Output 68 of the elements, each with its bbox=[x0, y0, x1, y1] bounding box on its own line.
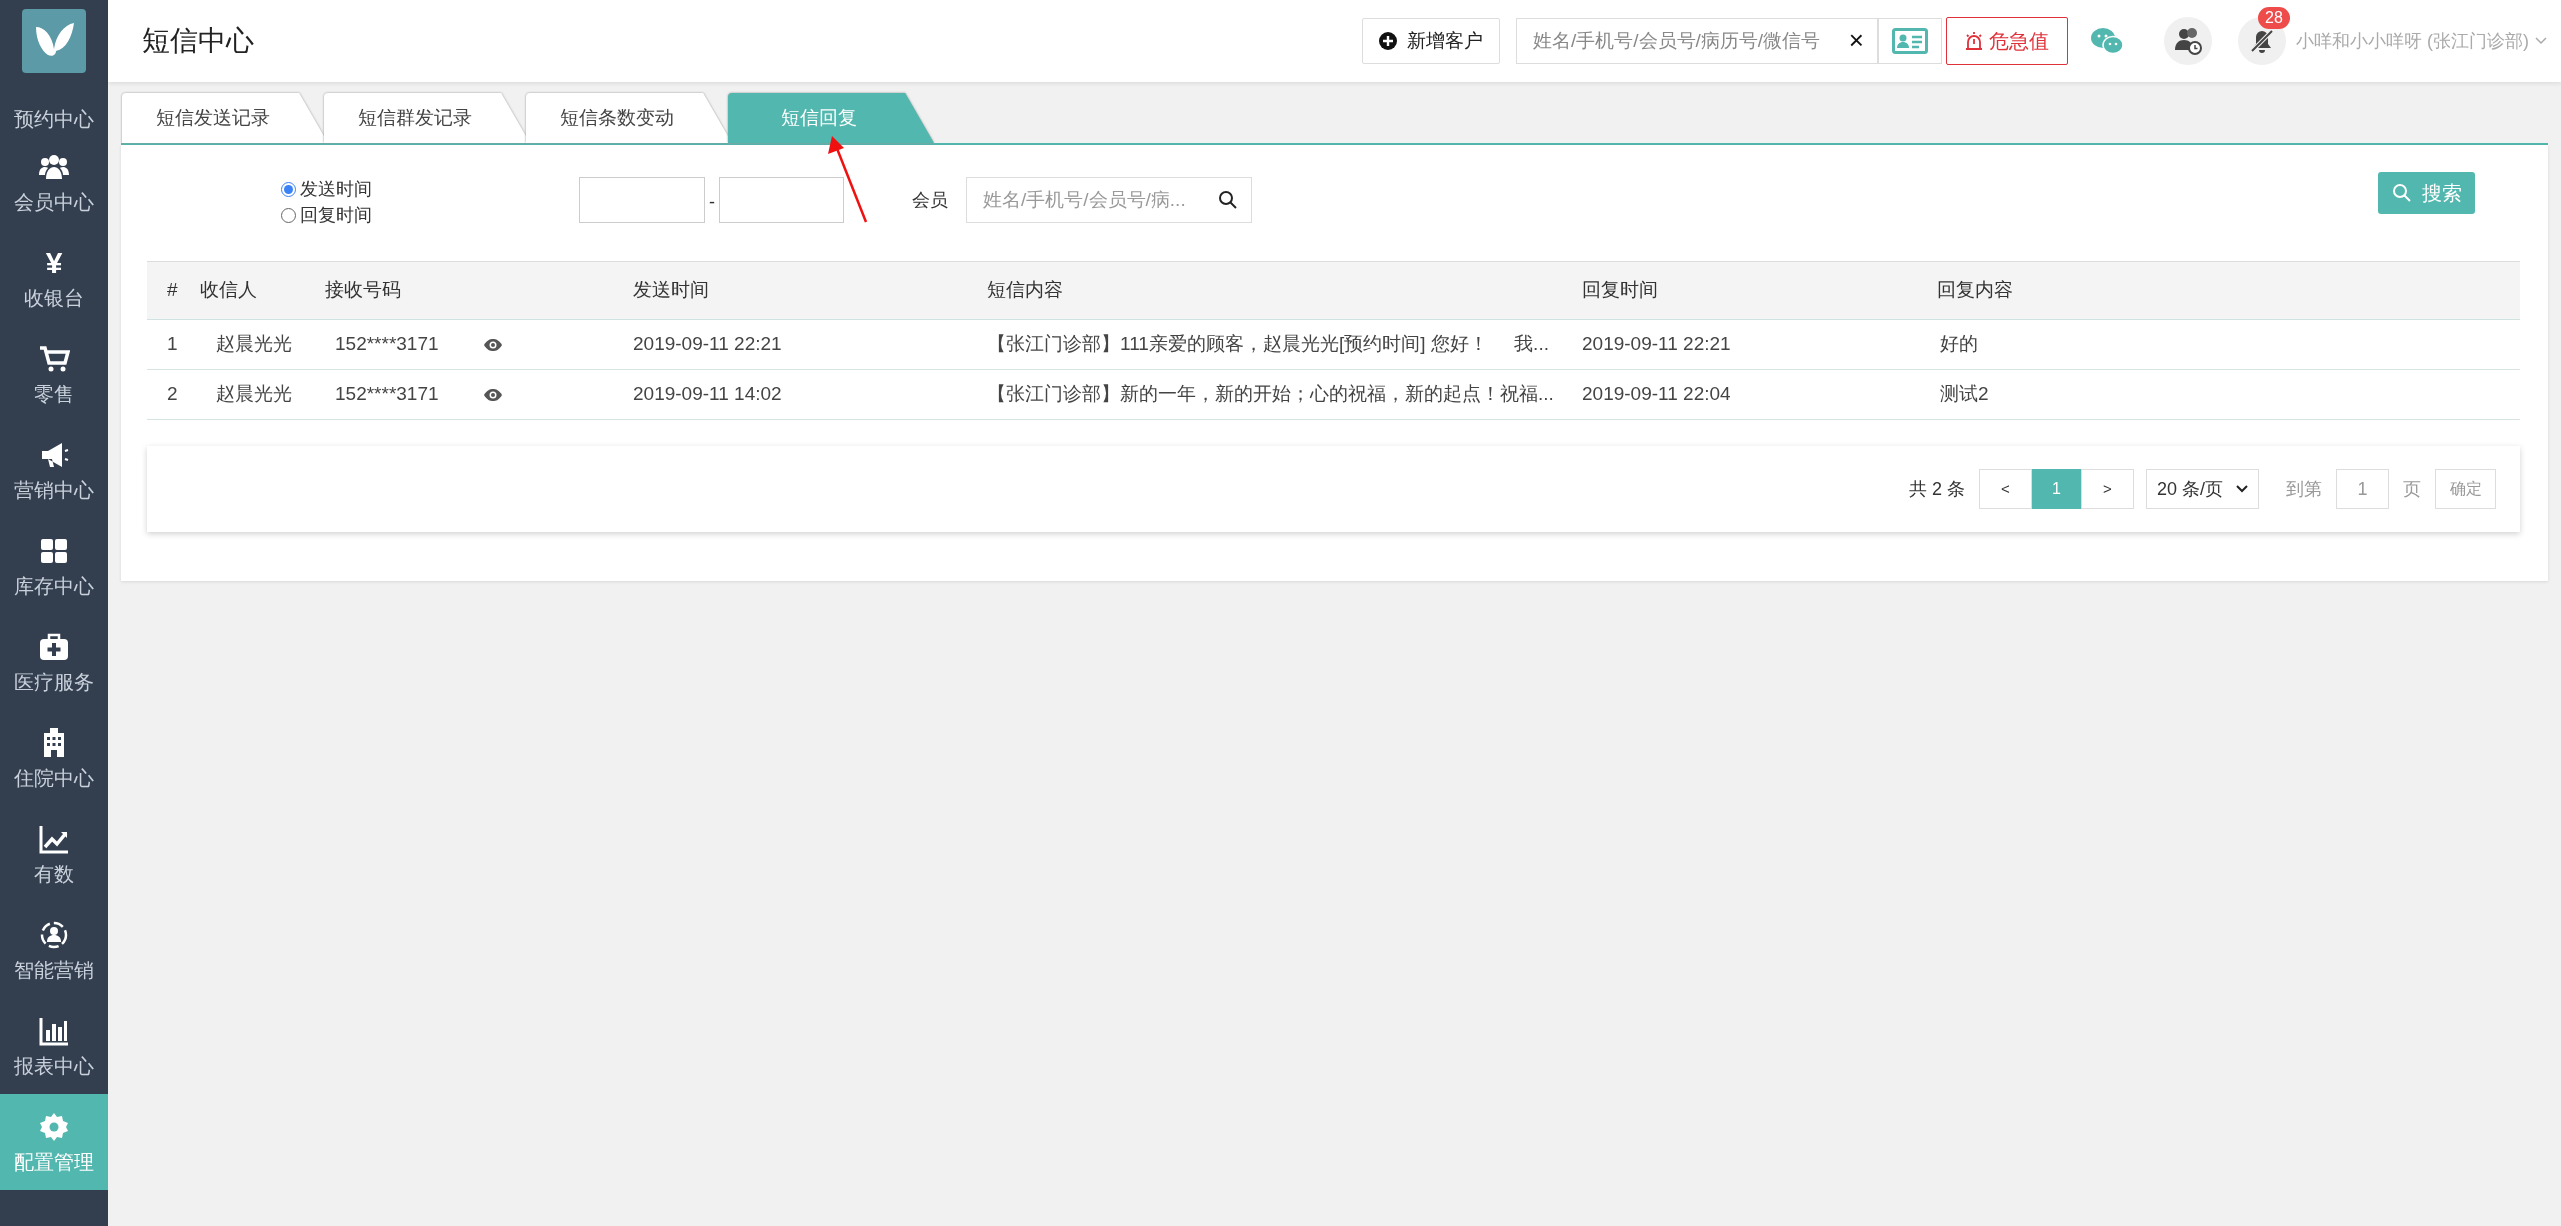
sidebar-item[interactable]: 住院中心 bbox=[0, 710, 108, 806]
page-size-select[interactable]: 20 条/页 bbox=[2146, 469, 2259, 509]
goto-label: 到第 bbox=[2286, 477, 2322, 501]
sidebar-item[interactable]: 医疗服务 bbox=[0, 614, 108, 710]
radio-label[interactable]: 回复时间 bbox=[300, 205, 372, 225]
sidebar-item[interactable]: 智能营销 bbox=[0, 902, 108, 998]
sidebar-item[interactable]: 库存中心 bbox=[0, 518, 108, 614]
page-title: 短信中心 bbox=[142, 24, 254, 58]
logo-icon bbox=[22, 9, 86, 73]
eye-icon[interactable] bbox=[483, 337, 503, 352]
chevron-down-icon bbox=[2535, 37, 2547, 45]
search-icon[interactable] bbox=[1218, 190, 1238, 210]
chevron-down-icon bbox=[2236, 485, 2248, 493]
total-count: 共 2 条 bbox=[1909, 477, 1965, 501]
column-header: 短信内容 bbox=[987, 279, 1063, 301]
page-unit-label: 页 bbox=[2403, 477, 2421, 501]
alarm-icon bbox=[1965, 31, 1983, 51]
table-cell: 【张江门诊部】111亲爱的顾客，赵晨光光[预约时间] 您好！ 我... bbox=[987, 333, 1549, 355]
line-chart-icon bbox=[38, 823, 70, 855]
notification-badge: 28 bbox=[2258, 7, 2290, 29]
table-cell-text: 赵晨光光 bbox=[215, 383, 292, 405]
eye-icon[interactable] bbox=[483, 387, 503, 402]
search-icon bbox=[2391, 183, 2412, 203]
radio-label[interactable]: 发送时间 bbox=[300, 179, 372, 199]
table-cell-text: 152****3171 bbox=[334, 332, 440, 357]
clear-icon[interactable]: × bbox=[1848, 27, 1864, 53]
table-cell: 2019-09-11 22:21 bbox=[1582, 333, 1731, 355]
add-customer-button[interactable]: 新增客户 bbox=[1362, 18, 1500, 64]
member-search-field[interactable]: 姓名/手机号/会员号/病... bbox=[966, 177, 1252, 223]
yen-icon: ¥ bbox=[45, 247, 63, 279]
start-date-field[interactable] bbox=[579, 177, 705, 223]
user-group-clock-icon[interactable] bbox=[2164, 17, 2212, 65]
column-header: 回复内容 bbox=[1937, 279, 2013, 301]
sidebar-item[interactable]: 零售 bbox=[0, 326, 108, 422]
end-date-field[interactable] bbox=[719, 177, 844, 223]
settings-icon bbox=[38, 1111, 70, 1143]
table-cell: 2019-09-11 14:02 bbox=[633, 383, 782, 405]
id-card-icon bbox=[1892, 28, 1928, 54]
column-header: 回复时间 bbox=[1582, 279, 1658, 301]
table-cell: 2 bbox=[167, 383, 178, 405]
date-separator: - bbox=[709, 191, 715, 214]
medical-kit-icon bbox=[38, 631, 70, 663]
table-cell-text: 152****3171 bbox=[334, 382, 440, 407]
table-cell: 1 bbox=[167, 333, 178, 355]
table-cell-text: 好的 bbox=[1939, 333, 1978, 355]
sidebar-item[interactable]: 预约中心 bbox=[0, 82, 108, 134]
column-header: # bbox=[167, 279, 178, 301]
column-header: 接收号码 bbox=[325, 279, 401, 301]
critical-value-button[interactable]: 危急值 bbox=[1946, 17, 2068, 65]
table-cell-text: 赵晨光光 bbox=[215, 333, 292, 355]
sidebar-item[interactable]: 有数 bbox=[0, 806, 108, 902]
plus-circle-icon bbox=[1379, 32, 1397, 50]
sidebar-item[interactable]: 会员中心 bbox=[0, 134, 108, 230]
table-cell-text: 测试2 bbox=[1939, 383, 1989, 405]
table-cell: 2019-09-11 22:21 bbox=[633, 333, 782, 355]
sidebar-item[interactable]: ¥ 收银台 bbox=[0, 230, 108, 326]
user-circle-icon bbox=[38, 919, 70, 951]
id-card-button[interactable] bbox=[1878, 18, 1942, 64]
table-cell: 【张江门诊部】新的一年，新的开始；心的祝福，新的起点！祝福... bbox=[987, 383, 1554, 405]
sidebar-item[interactable]: 营销中心 bbox=[0, 422, 108, 518]
table-cell: 2019-09-11 22:04 bbox=[1582, 383, 1731, 405]
member-label: 会员 bbox=[912, 189, 948, 212]
bar-chart-icon bbox=[38, 1015, 70, 1047]
column-header: 收信人 bbox=[200, 279, 257, 301]
column-header: 发送时间 bbox=[633, 279, 709, 301]
previous-page-button[interactable]: < bbox=[1979, 469, 2032, 509]
sidebar-item[interactable]: 报表中心 bbox=[0, 998, 108, 1094]
next-page-button[interactable]: > bbox=[2081, 469, 2134, 509]
